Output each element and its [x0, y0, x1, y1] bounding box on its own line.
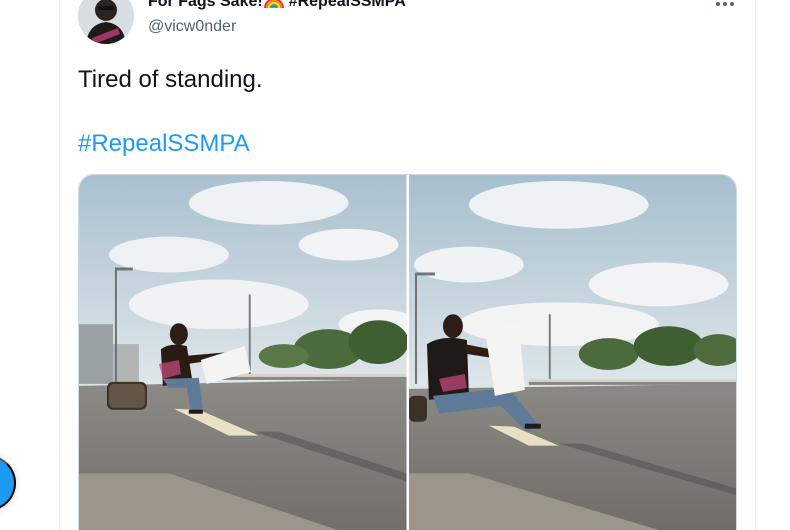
photo-image	[408, 175, 736, 530]
avatar-photo-icon	[78, 0, 134, 44]
more-options-button[interactable]	[710, 0, 740, 14]
name-hashtag: #RepealSSMPA	[288, 0, 406, 10]
column-divider-right	[755, 0, 756, 530]
author-handle[interactable]: @vicw0nder	[148, 18, 236, 36]
media-photo-2[interactable]	[408, 175, 736, 530]
avatar[interactable]	[78, 0, 134, 44]
media-grid	[78, 174, 737, 530]
more-horizontal-icon	[716, 2, 720, 6]
rainbow-icon	[263, 0, 284, 9]
hashtag-link[interactable]: #RepealSSMPA	[78, 130, 250, 158]
tweet-text: Tired of standing.	[78, 66, 263, 93]
display-name-text: For Fags Sake!	[148, 0, 263, 10]
photo-image	[79, 175, 407, 530]
timeline: For Fags Sake! #RepealSSMPA @vicw0nder T…	[0, 0, 790, 530]
tweet-card[interactable]: For Fags Sake! #RepealSSMPA @vicw0nder T…	[60, 0, 755, 530]
author-name[interactable]: For Fags Sake! #RepealSSMPA	[148, 0, 406, 11]
compose-tweet-button[interactable]	[0, 455, 16, 511]
media-photo-1[interactable]	[79, 175, 407, 530]
